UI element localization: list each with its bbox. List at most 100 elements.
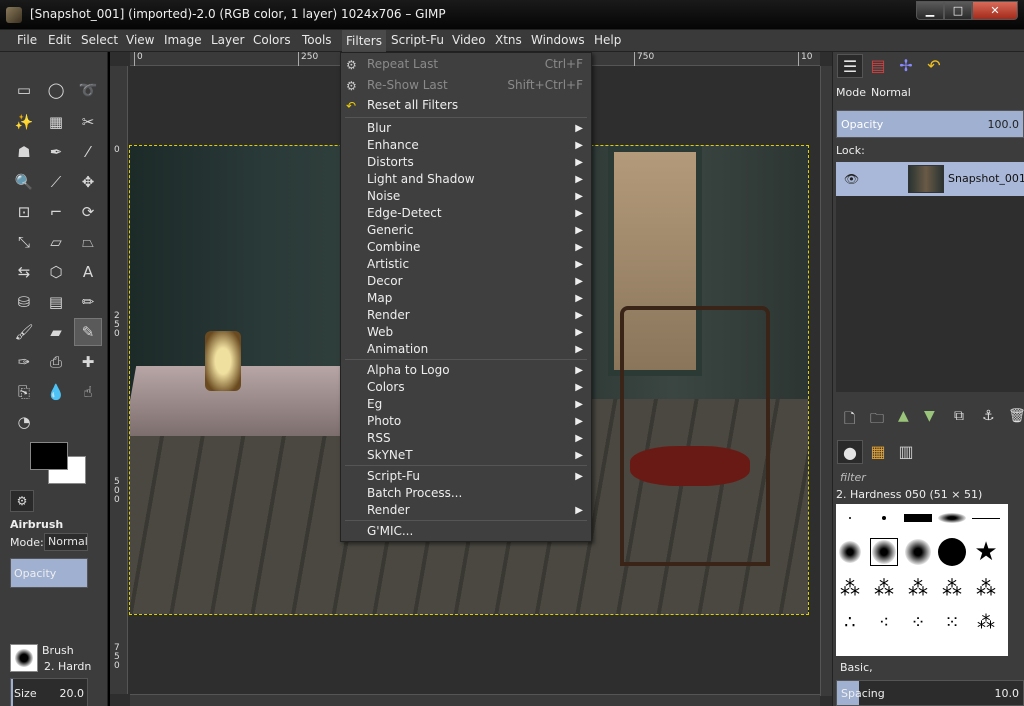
free-select-tool-icon[interactable]: ➰ bbox=[74, 76, 102, 104]
delete-layer-icon[interactable]: 🗑 bbox=[1008, 408, 1024, 424]
layer-row[interactable]: 👁 Snapshot_001.p bbox=[836, 162, 1024, 196]
undo-history-tab-icon[interactable]: ↶ bbox=[921, 54, 947, 78]
paths-tool-icon[interactable]: ✒ bbox=[42, 138, 70, 166]
cage-tool-icon[interactable]: ⬡ bbox=[42, 258, 70, 286]
layers-opacity-slider[interactable]: Opacity 100.0 bbox=[836, 110, 1024, 138]
close-button[interactable]: ✕ bbox=[972, 1, 1018, 20]
menu-item-repeat-last[interactable]: ⚙ Repeat Last Ctrl+F bbox=[341, 56, 591, 73]
menu-item-distorts[interactable]: Distorts ▶ bbox=[341, 154, 591, 171]
menu-layer[interactable]: Layer bbox=[211, 33, 244, 47]
menu-item-noise[interactable]: Noise ▶ bbox=[341, 188, 591, 205]
tool-options-tab[interactable]: ⚙ bbox=[10, 490, 34, 512]
opacity-slider[interactable]: Opacity bbox=[10, 558, 88, 588]
new-layer-group-icon[interactable]: 🗀 bbox=[870, 408, 884, 432]
brush-cell[interactable] bbox=[870, 504, 898, 532]
brush-cell-selected[interactable] bbox=[870, 538, 898, 566]
menu-select[interactable]: Select bbox=[81, 33, 118, 47]
paintbrush-tool-icon[interactable]: 🖌 bbox=[10, 318, 38, 346]
eye-icon[interactable]: 👁 bbox=[844, 172, 859, 186]
anchor-layer-icon[interactable]: ⚓ bbox=[982, 408, 995, 424]
perspective-clone-tool-icon[interactable]: ⎘ bbox=[10, 378, 38, 406]
brush-cell[interactable] bbox=[938, 504, 966, 532]
menu-item-colors[interactable]: Colors ▶ bbox=[341, 379, 591, 396]
menu-item-eg[interactable]: Eg ▶ bbox=[341, 396, 591, 413]
new-layer-icon[interactable]: 🗋 bbox=[844, 408, 855, 432]
smudge-tool-icon[interactable]: ☝ bbox=[74, 378, 102, 406]
brush-cell[interactable]: ⁂ bbox=[904, 574, 932, 602]
measure-tool-icon[interactable]: ⟋ bbox=[42, 168, 70, 196]
mode-select[interactable]: Normal bbox=[44, 533, 88, 551]
layers-tab-icon[interactable]: ☰ bbox=[837, 54, 863, 78]
pencil-tool-icon[interactable]: ✏ bbox=[74, 288, 102, 316]
brush-cell[interactable] bbox=[836, 504, 864, 532]
size-slider[interactable]: Size 20.0 bbox=[10, 678, 88, 706]
menu-filters[interactable]: Filters bbox=[342, 30, 386, 52]
menu-item-render[interactable]: Render ▶ bbox=[341, 307, 591, 324]
menu-item-decor[interactable]: Decor ▶ bbox=[341, 273, 591, 290]
menu-item-rss[interactable]: RSS ▶ bbox=[341, 430, 591, 447]
blend-tool-icon[interactable]: ▤ bbox=[42, 288, 70, 316]
eraser-tool-icon[interactable]: ▰ bbox=[42, 318, 70, 346]
foreground-color-swatch[interactable] bbox=[30, 442, 68, 470]
menu-view[interactable]: View bbox=[126, 33, 154, 47]
menu-item-batch-process[interactable]: Batch Process... bbox=[341, 485, 591, 502]
menu-image[interactable]: Image bbox=[164, 33, 202, 47]
menu-xtns[interactable]: Xtns bbox=[495, 33, 522, 47]
menu-windows[interactable]: Windows bbox=[531, 33, 585, 47]
maximize-button[interactable]: □ bbox=[944, 1, 972, 20]
menu-item-artistic[interactable]: Artistic ▶ bbox=[341, 256, 591, 273]
ellipse-select-tool-icon[interactable]: ◯ bbox=[42, 76, 70, 104]
channels-tab-icon[interactable]: ▤ bbox=[865, 54, 891, 78]
menu-video[interactable]: Video bbox=[452, 33, 486, 47]
gradients-tab-icon[interactable]: ▥ bbox=[893, 440, 919, 464]
menu-item-skynet[interactable]: SkYNeT ▶ bbox=[341, 447, 591, 464]
shear-tool-icon[interactable]: ▱ bbox=[42, 228, 70, 256]
brush-preview[interactable] bbox=[10, 644, 38, 672]
brush-cell[interactable] bbox=[904, 538, 932, 566]
menu-item-blur[interactable]: Blur ▶ bbox=[341, 120, 591, 137]
menu-tools[interactable]: Tools bbox=[302, 33, 332, 47]
brush-cell[interactable] bbox=[836, 538, 864, 566]
color-picker-tool-icon[interactable]: ⁄ bbox=[74, 138, 102, 166]
color-select-tool-icon[interactable]: ▦ bbox=[42, 108, 70, 136]
zoom-tool-icon[interactable]: 🔍 bbox=[10, 168, 38, 196]
foreground-select-tool-icon[interactable]: ☗ bbox=[10, 138, 38, 166]
menu-item-reset-all-filters[interactable]: ↶ Reset all Filters bbox=[341, 97, 591, 114]
brush-cell[interactable] bbox=[972, 504, 1000, 532]
brush-cell[interactable]: ⁖ bbox=[870, 608, 898, 636]
lower-layer-icon[interactable]: ▼ bbox=[924, 408, 935, 424]
fuzzy-select-tool-icon[interactable]: ✨ bbox=[10, 108, 38, 136]
minimize-button[interactable]: ▁ bbox=[916, 1, 944, 20]
move-tool-icon[interactable]: ✥ bbox=[74, 168, 102, 196]
ink-tool-icon[interactable]: ✑ bbox=[10, 348, 38, 376]
menu-item-combine[interactable]: Combine ▶ bbox=[341, 239, 591, 256]
brush-cell[interactable]: ⁘ bbox=[904, 608, 932, 636]
align-tool-icon[interactable]: ⊡ bbox=[10, 198, 38, 226]
menu-item-light-and-shadow[interactable]: Light and Shadow ▶ bbox=[341, 171, 591, 188]
menu-item-generic[interactable]: Generic ▶ bbox=[341, 222, 591, 239]
raise-layer-icon[interactable]: ▲ bbox=[898, 408, 909, 424]
dodge-burn-tool-icon[interactable]: ◔ bbox=[10, 408, 38, 436]
brushes-tab-icon[interactable]: ● bbox=[837, 440, 863, 464]
menu-item-map[interactable]: Map ▶ bbox=[341, 290, 591, 307]
patterns-tab-icon[interactable]: ▦ bbox=[865, 440, 891, 464]
heal-tool-icon[interactable]: ✚ bbox=[74, 348, 102, 376]
brush-filter-input[interactable]: filter bbox=[836, 468, 1024, 488]
airbrush-tool-icon[interactable]: ✎ bbox=[74, 318, 102, 346]
brush-preset-select[interactable]: Basic, bbox=[836, 658, 1024, 678]
flip-tool-icon[interactable]: ⇆ bbox=[10, 258, 38, 286]
brush-cell[interactable]: ⁂ bbox=[972, 574, 1000, 602]
blur-tool-icon[interactable]: 💧 bbox=[42, 378, 70, 406]
brush-cell[interactable] bbox=[938, 538, 966, 566]
brush-cell[interactable]: ⁙ bbox=[938, 608, 966, 636]
horizontal-scrollbar[interactable] bbox=[130, 694, 820, 706]
duplicate-layer-icon[interactable]: ⧉ bbox=[954, 408, 964, 424]
layers-mode-select[interactable]: Normal bbox=[867, 84, 1023, 102]
text-tool-icon[interactable]: A bbox=[74, 258, 102, 286]
brush-cell[interactable]: ⁂ bbox=[870, 574, 898, 602]
star-brush-icon[interactable]: ★ bbox=[972, 537, 1000, 567]
crop-tool-icon[interactable]: ⌐ bbox=[42, 198, 70, 226]
menu-item-reshow-last[interactable]: ⚙ Re-Show Last Shift+Ctrl+F bbox=[341, 77, 591, 94]
menu-colors[interactable]: Colors bbox=[253, 33, 291, 47]
rect-select-tool-icon[interactable]: ▭ bbox=[10, 76, 38, 104]
